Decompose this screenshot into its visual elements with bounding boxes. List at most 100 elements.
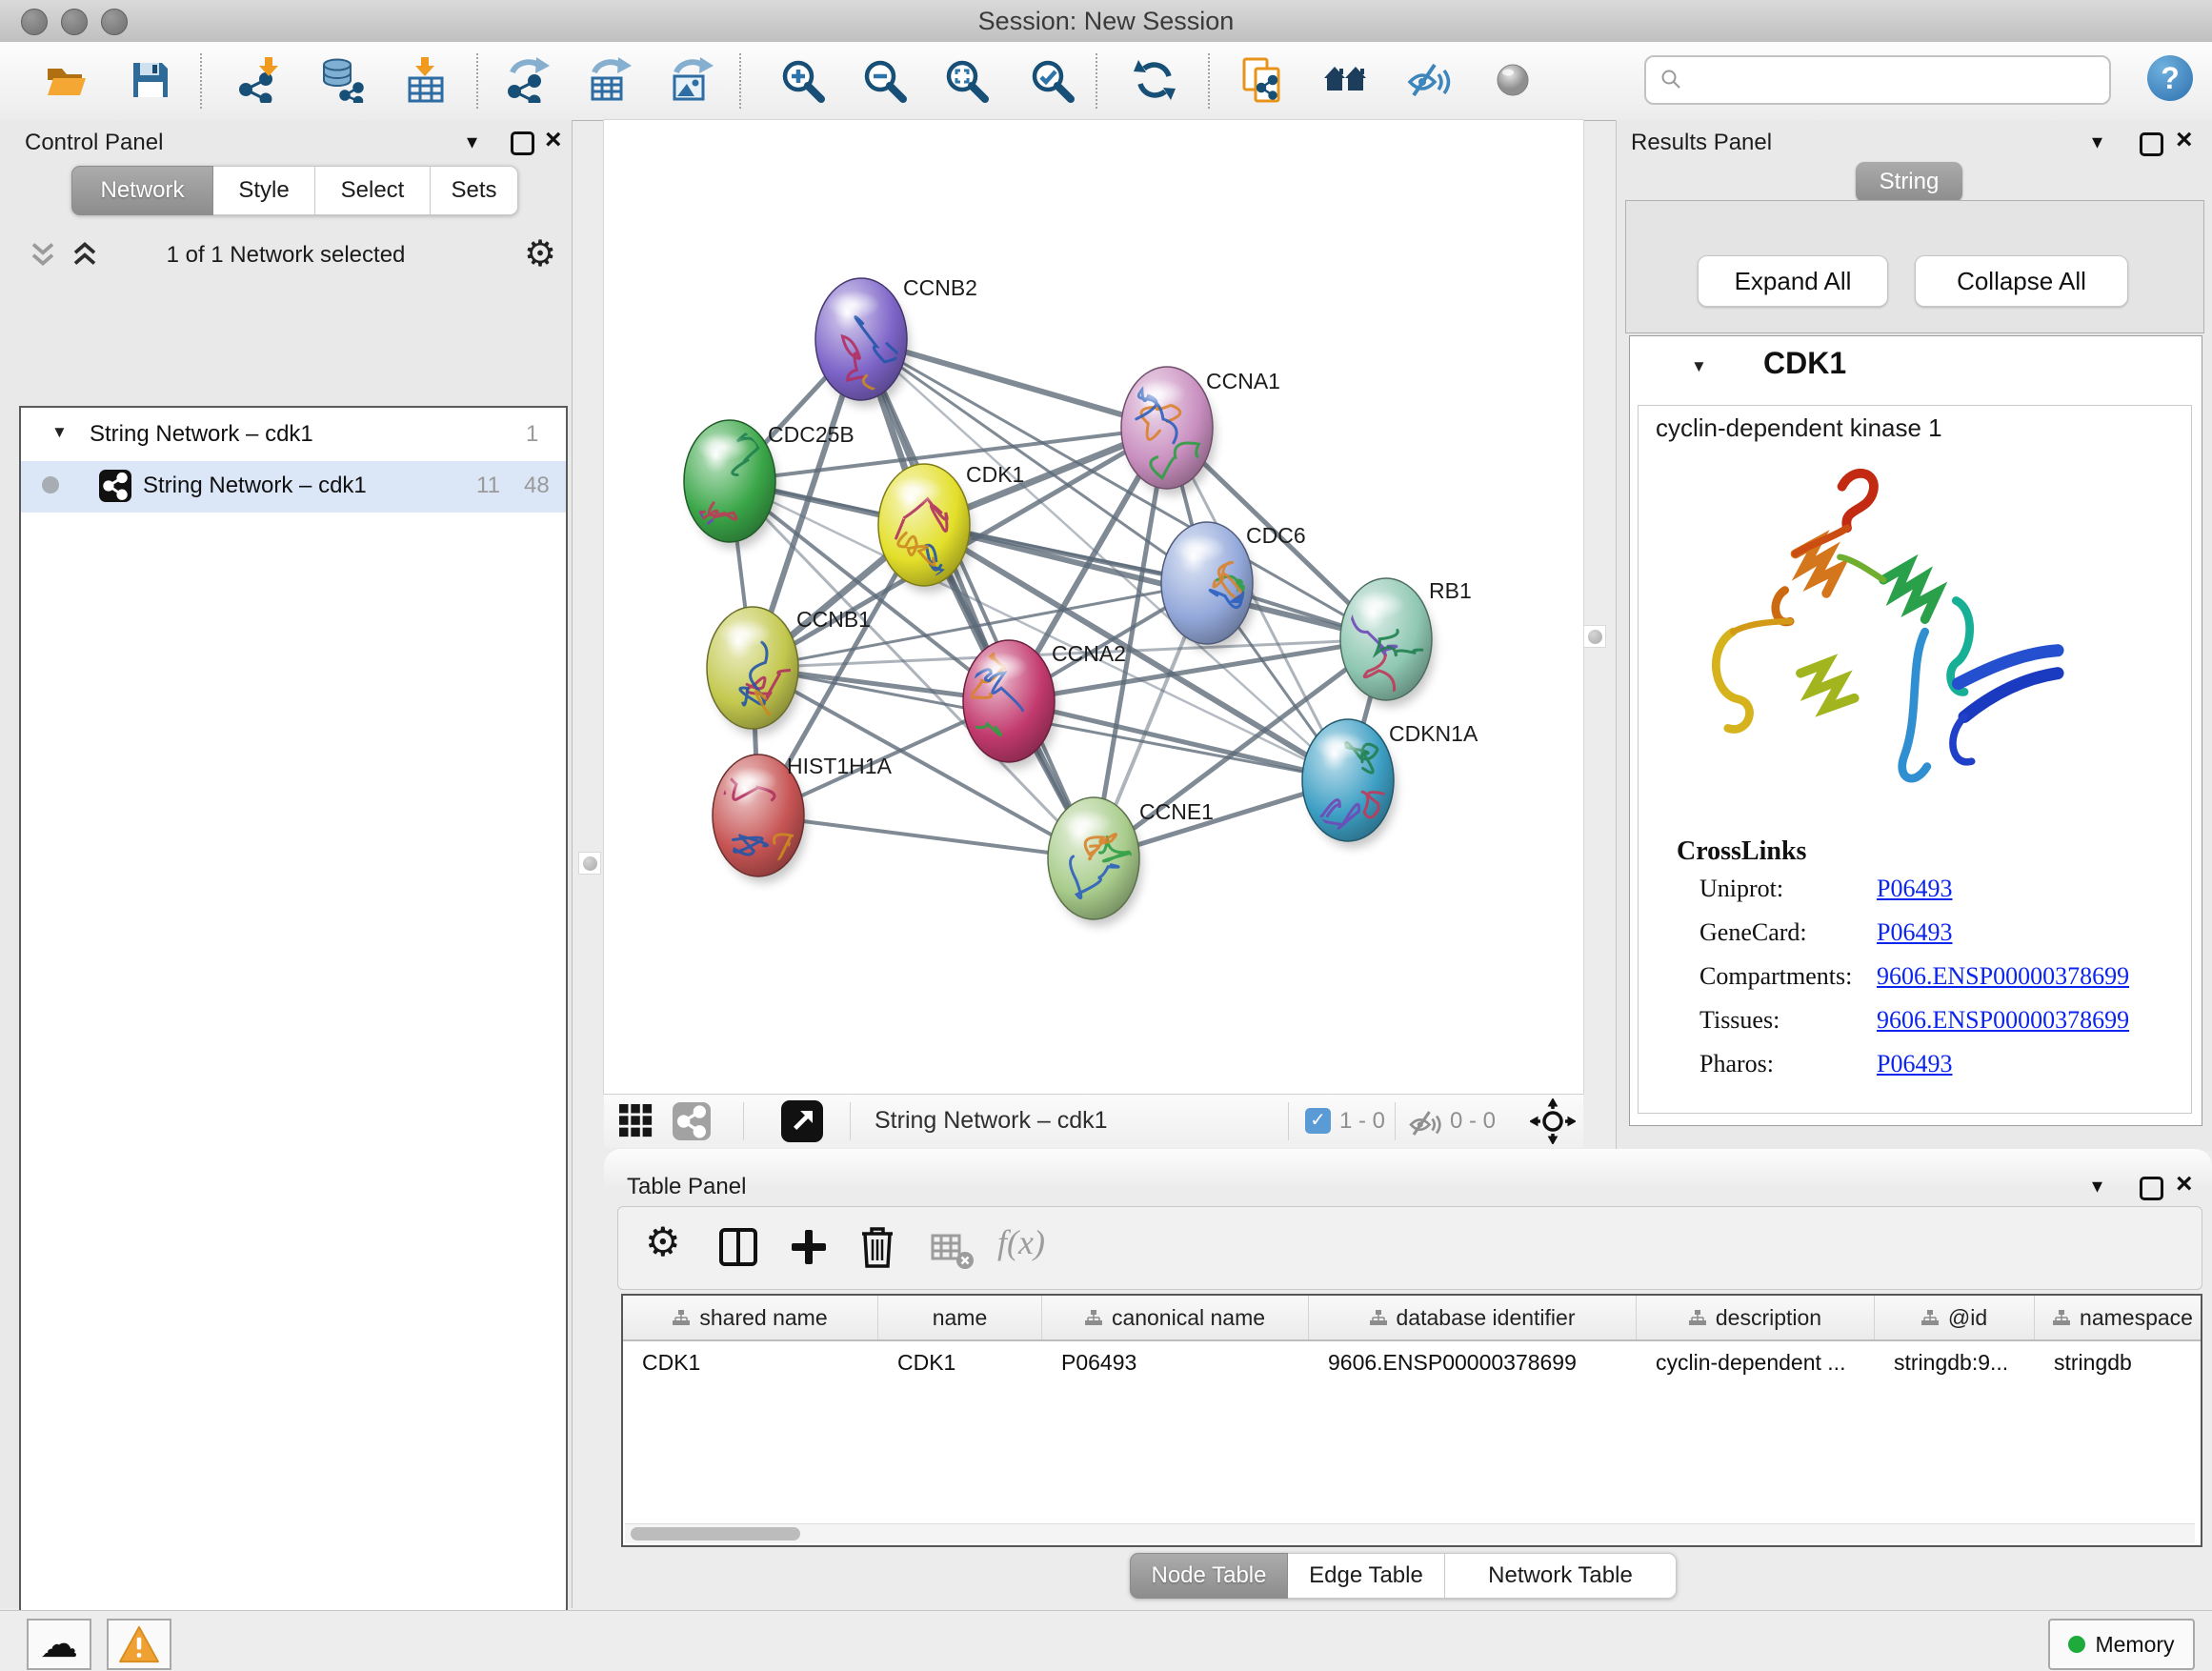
scrollbar-thumb[interactable] bbox=[631, 1527, 800, 1540]
column-header--id[interactable]: @id bbox=[1875, 1296, 2035, 1339]
import-table-file-icon[interactable] bbox=[402, 57, 448, 103]
collapse-all-button[interactable]: Collapse All bbox=[1915, 255, 2128, 307]
zoom-fit-icon[interactable] bbox=[943, 57, 989, 103]
tab-sets[interactable]: Sets bbox=[431, 166, 518, 215]
float-panel-icon[interactable] bbox=[2140, 1177, 2163, 1200]
cloud-icon: ☁ bbox=[40, 1625, 78, 1663]
save-session-icon[interactable] bbox=[128, 57, 173, 103]
node-label: HIST1H1A bbox=[787, 754, 893, 778]
left-splitter-handle[interactable] bbox=[578, 852, 601, 875]
table-row[interactable]: CDK1CDK1P064939606.ENSP00000378699cyclin… bbox=[623, 1341, 2201, 1383]
table-cell[interactable]: 9606.ENSP00000378699 bbox=[1309, 1341, 1637, 1383]
open-in-window-icon[interactable] bbox=[781, 1100, 823, 1142]
network-graph[interactable]: CCNB2CCNA1CDC25BCDK1CDC6RB1CCNB1CCNA2CDK… bbox=[604, 120, 1583, 1094]
zoom-selected-icon[interactable] bbox=[1029, 57, 1075, 103]
column-header-name[interactable]: name bbox=[878, 1296, 1042, 1339]
home-icon[interactable] bbox=[1322, 57, 1368, 103]
memory-button[interactable]: Memory bbox=[2048, 1619, 2195, 1670]
table-cell[interactable]: P06493 bbox=[1042, 1341, 1309, 1383]
show-all-sphere-icon[interactable] bbox=[1490, 57, 1536, 103]
table-cell[interactable]: stringdb:9... bbox=[1875, 1341, 2035, 1383]
node-label: CDK1 bbox=[966, 462, 1024, 487]
expand-all-button[interactable]: Expand All bbox=[1698, 255, 1888, 307]
delete-column-icon[interactable] bbox=[856, 1224, 898, 1270]
node-label: CDC6 bbox=[1246, 523, 1306, 548]
zoom-out-icon[interactable] bbox=[861, 57, 907, 103]
export-network-icon[interactable] bbox=[505, 57, 551, 103]
crosshair-icon[interactable] bbox=[1530, 1098, 1576, 1144]
cloud-button[interactable]: ☁ bbox=[27, 1619, 91, 1670]
network-node-CDKN1A[interactable] bbox=[1302, 719, 1397, 848]
apply-layout-icon[interactable] bbox=[1132, 57, 1177, 103]
column-header-database-identifier[interactable]: database identifier bbox=[1309, 1296, 1637, 1339]
network-node-CCNE1[interactable] bbox=[1048, 797, 1142, 926]
column-label: @id bbox=[1948, 1305, 1987, 1331]
crosslink-value[interactable]: 9606.ENSP00000378699 bbox=[1877, 1006, 2129, 1035]
string-view-icon[interactable] bbox=[673, 1102, 711, 1140]
tab-network[interactable]: Network bbox=[71, 166, 213, 215]
export-table-icon[interactable] bbox=[587, 57, 633, 103]
network-collection-row[interactable]: ▼ String Network – cdk1 1 bbox=[21, 410, 566, 461]
column-header-description[interactable]: description bbox=[1637, 1296, 1875, 1339]
float-panel-icon[interactable] bbox=[511, 131, 534, 155]
help-icon[interactable]: ? bbox=[2147, 55, 2193, 101]
tree-expander-icon[interactable]: ▼ bbox=[51, 423, 68, 442]
network-node-CCNB1[interactable] bbox=[707, 607, 802, 748]
search-input[interactable] bbox=[1644, 55, 2111, 105]
selected-checkbox[interactable]: ✓ bbox=[1305, 1108, 1331, 1134]
tab-network-table[interactable]: Network Table bbox=[1445, 1553, 1677, 1599]
table-cell[interactable]: stringdb bbox=[2035, 1341, 2202, 1383]
network-canvas[interactable]: CCNB2CCNA1CDC25BCDK1CDC6RB1CCNB1CCNA2CDK… bbox=[604, 120, 1583, 1094]
table-cell[interactable]: CDK1 bbox=[623, 1341, 878, 1383]
column-header-shared-name[interactable]: shared name bbox=[623, 1296, 878, 1339]
crosslink-value[interactable]: P06493 bbox=[1877, 875, 1952, 903]
open-session-icon[interactable] bbox=[44, 57, 90, 103]
network-node-CCNB2[interactable] bbox=[815, 278, 915, 424]
hide-selected-eye-icon[interactable] bbox=[1406, 57, 1452, 103]
crosslink-value[interactable]: 9606.ENSP00000378699 bbox=[1877, 962, 2129, 991]
entry-expander-icon[interactable]: ▼ bbox=[1691, 357, 1707, 376]
crosslink-value[interactable]: P06493 bbox=[1877, 1050, 1952, 1078]
crosslink-value[interactable]: P06493 bbox=[1877, 918, 1952, 947]
tab-node-table[interactable]: Node Table bbox=[1130, 1553, 1288, 1599]
tab-string[interactable]: String bbox=[1856, 162, 1962, 202]
close-panel-icon[interactable]: × bbox=[2176, 128, 2193, 152]
collapse-panel-icon[interactable]: ▾ bbox=[467, 130, 477, 154]
network-node-CDC6[interactable] bbox=[1161, 522, 1256, 651]
import-network-file-icon[interactable] bbox=[238, 57, 284, 103]
network-node-RB1[interactable] bbox=[1340, 578, 1435, 719]
column-header-canonical-name[interactable]: canonical name bbox=[1042, 1296, 1309, 1339]
add-column-icon[interactable] bbox=[788, 1226, 830, 1268]
grid-icon[interactable] bbox=[619, 1104, 654, 1138]
network-view-toolbar: String Network – cdk1 ✓ 1 - 0 0 - 0 bbox=[604, 1094, 1583, 1148]
network-node-CDK1[interactable] bbox=[878, 464, 973, 593]
import-network-database-icon[interactable] bbox=[318, 57, 364, 103]
close-panel-icon[interactable]: × bbox=[545, 128, 562, 152]
toolbar-separator bbox=[1208, 53, 1210, 109]
table-cell[interactable]: cyclin-dependent ... bbox=[1637, 1341, 1875, 1383]
tab-style[interactable]: Style bbox=[213, 166, 315, 215]
hidden-eye-icon[interactable] bbox=[1408, 1106, 1442, 1137]
warning-button[interactable] bbox=[107, 1619, 171, 1670]
node-table[interactable]: shared namenamecanonical namedatabase id… bbox=[621, 1294, 2202, 1547]
network-row-selected[interactable]: String Network – cdk1 11 48 bbox=[21, 461, 566, 513]
right-splitter-handle[interactable] bbox=[1583, 625, 1606, 648]
toolbar-separator bbox=[743, 1102, 744, 1140]
export-image-icon[interactable] bbox=[669, 57, 714, 103]
column-header-namespace[interactable]: namespace bbox=[2035, 1296, 2202, 1339]
table-horizontal-scrollbar[interactable] bbox=[625, 1523, 2195, 1543]
table-cell[interactable]: CDK1 bbox=[878, 1341, 1042, 1383]
collapse-panel-icon[interactable]: ▾ bbox=[2092, 1174, 2102, 1198]
string-query-icon[interactable] bbox=[1240, 57, 1286, 103]
tab-select[interactable]: Select bbox=[315, 166, 431, 215]
columns-icon[interactable] bbox=[717, 1226, 759, 1268]
tab-edge-table[interactable]: Edge Table bbox=[1288, 1553, 1445, 1599]
hierarchy-icon bbox=[2053, 1305, 2070, 1331]
float-panel-icon[interactable] bbox=[2140, 132, 2163, 156]
gear-icon[interactable]: ⚙ bbox=[645, 1218, 681, 1265]
network-options-gear-icon[interactable]: ⚙ bbox=[524, 232, 556, 275]
zoom-in-icon[interactable] bbox=[779, 57, 825, 103]
network-node-CDC25B[interactable] bbox=[684, 420, 778, 559]
collapse-panel-icon[interactable]: ▾ bbox=[2092, 130, 2102, 154]
close-panel-icon[interactable]: × bbox=[2176, 1172, 2193, 1197]
